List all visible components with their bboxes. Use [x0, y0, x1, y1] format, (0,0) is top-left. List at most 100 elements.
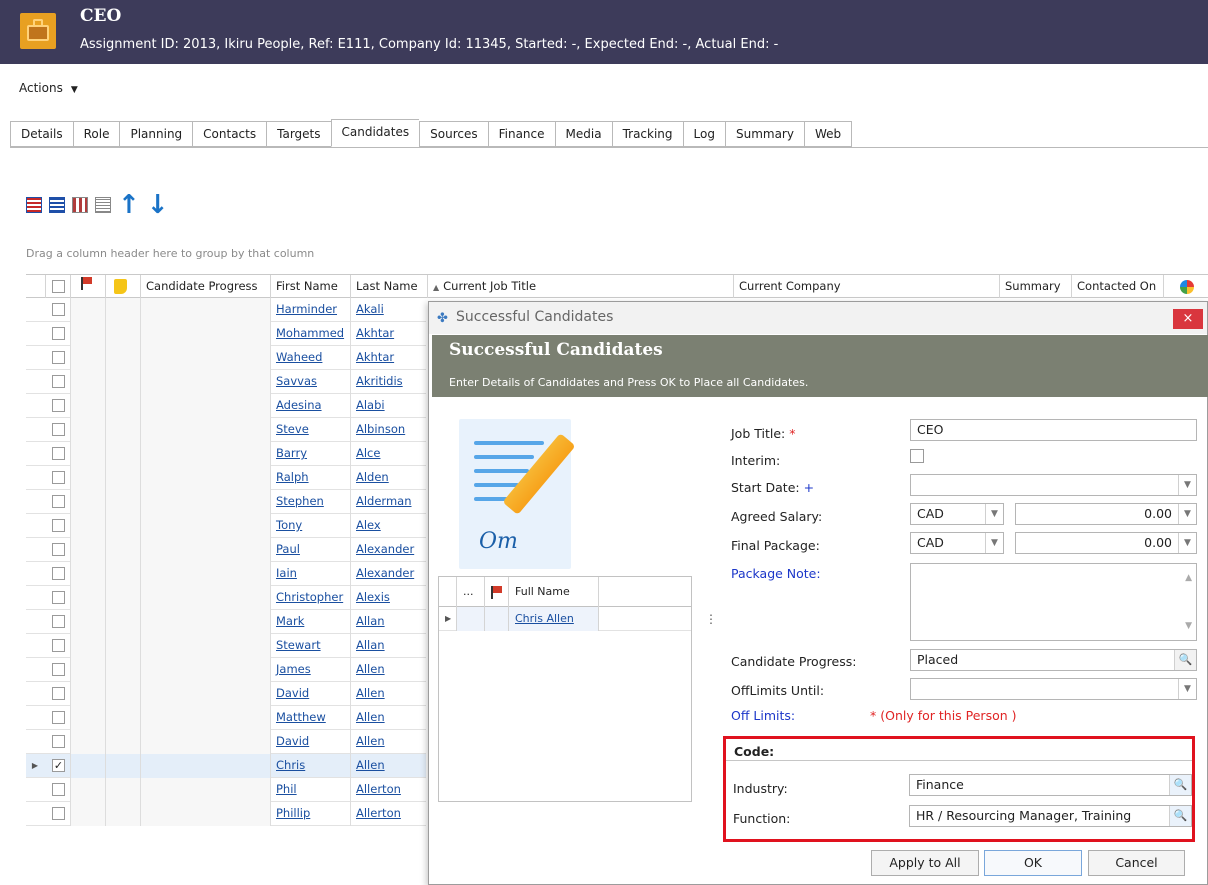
table-row[interactable]: Matthew Allen [26, 706, 426, 730]
row-checkbox[interactable] [46, 802, 71, 826]
table-row[interactable]: Christopher Alexis [26, 586, 426, 610]
last-name-link[interactable]: Akali [356, 302, 384, 316]
list-view-icon[interactable] [95, 197, 111, 213]
last-name-link[interactable]: Allen [356, 710, 385, 724]
table-row[interactable]: James Allen [26, 658, 426, 682]
table-row[interactable]: Barry Alce [26, 442, 426, 466]
final-package-amount-field[interactable]: 0.00 ▼ [1015, 532, 1197, 554]
row-checkbox[interactable] [46, 682, 71, 706]
first-name-link[interactable]: Stewart [276, 638, 321, 652]
row-checkbox[interactable] [46, 538, 71, 562]
move-up-icon[interactable]: ↑ [118, 192, 140, 218]
first-name-link[interactable]: James [276, 662, 311, 676]
close-button[interactable]: × [1173, 309, 1203, 329]
mini-flag-header[interactable] [485, 577, 509, 607]
tab-contacts[interactable]: Contacts [192, 121, 267, 147]
table-row[interactable]: Stephen Alderman [26, 490, 426, 514]
row-checkbox[interactable] [46, 706, 71, 730]
table-row[interactable]: Mark Allan [26, 610, 426, 634]
row-checkbox[interactable]: ✓ [46, 754, 71, 778]
column-current-company[interactable]: Current Company [734, 275, 1000, 298]
table-row[interactable]: Paul Alexander [26, 538, 426, 562]
table-row[interactable]: Phillip Allerton [26, 802, 426, 826]
actions-menu[interactable]: Actions ▼ [19, 81, 78, 95]
ok-button[interactable]: OK [984, 850, 1082, 876]
last-name-link[interactable]: Alexander [356, 542, 414, 556]
industry-field[interactable]: Finance 🔍 [909, 774, 1192, 796]
last-name-link[interactable]: Allen [356, 686, 385, 700]
scroll-up-icon[interactable]: ▲ [1185, 568, 1192, 588]
table-row[interactable]: Harminder Akali [26, 298, 426, 322]
tab-finance[interactable]: Finance [487, 121, 555, 147]
table-row[interactable]: Savvas Akritidis [26, 370, 426, 394]
last-name-link[interactable]: Allerton [356, 782, 401, 796]
row-checkbox[interactable] [46, 346, 71, 370]
agreed-salary-currency-select[interactable]: CAD ▼ [910, 503, 1004, 525]
placed-candidate-name[interactable]: Chris Allen [509, 607, 599, 631]
flag-column-header[interactable] [71, 275, 106, 298]
tab-candidates[interactable]: Candidates [330, 119, 420, 147]
interim-checkbox[interactable] [910, 449, 924, 463]
dialog-titlebar[interactable]: ✤ Successful Candidates × [429, 302, 1207, 334]
start-date-picker[interactable]: ▼ [910, 474, 1197, 496]
last-name-link[interactable]: Allan [356, 638, 385, 652]
last-name-link[interactable]: Allan [356, 614, 385, 628]
table-row[interactable]: Stewart Allan [26, 634, 426, 658]
first-name-link[interactable]: Barry [276, 446, 307, 460]
agreed-salary-amount-field[interactable]: 0.00 ▼ [1015, 503, 1197, 525]
last-name-link[interactable]: Alexander [356, 566, 414, 580]
table-row[interactable]: Ralph Alden [26, 466, 426, 490]
first-name-link[interactable]: David [276, 686, 309, 700]
first-name-link[interactable]: Mark [276, 614, 304, 628]
first-name-link[interactable]: Ralph [276, 470, 309, 484]
table-row[interactable]: ▶ ✓ Chris Allen [26, 754, 426, 778]
first-name-link[interactable]: Tony [276, 518, 302, 532]
last-name-link[interactable]: Alexis [356, 590, 390, 604]
last-name-link[interactable]: Allen [356, 662, 385, 676]
last-name-link[interactable]: Akhtar [356, 350, 394, 364]
tab-web[interactable]: Web [803, 121, 853, 147]
last-name-link[interactable]: Alabi [356, 398, 385, 412]
row-checkbox[interactable] [46, 298, 71, 322]
chevron-down-icon[interactable]: ▼ [985, 504, 1003, 524]
table-row[interactable]: Steve Albinson [26, 418, 426, 442]
row-checkbox[interactable] [46, 586, 71, 610]
grid-view-icon[interactable] [26, 197, 42, 213]
last-name-link[interactable]: Alce [356, 446, 380, 460]
last-name-link[interactable]: Allen [356, 758, 385, 772]
first-name-link[interactable]: Harminder [276, 302, 337, 316]
table-row[interactable]: Adesina Alabi [26, 394, 426, 418]
tab-role[interactable]: Role [72, 121, 120, 147]
last-name-link[interactable]: Allerton [356, 806, 401, 820]
candidate-progress-field[interactable]: Placed 🔍 [910, 649, 1197, 671]
placed-candidate-row[interactable]: ▶ Chris Allen [439, 607, 691, 631]
tab-details[interactable]: Details [10, 121, 73, 147]
row-checkbox[interactable] [46, 730, 71, 754]
first-name-link[interactable]: Christopher [276, 590, 343, 604]
row-checkbox[interactable] [46, 514, 71, 538]
table-row[interactable]: David Allen [26, 730, 426, 754]
tab-planning[interactable]: Planning [119, 121, 193, 147]
last-name-link[interactable]: Albinson [356, 422, 405, 436]
cancel-button[interactable]: Cancel [1088, 850, 1185, 876]
table-row[interactable]: Iain Alexander [26, 562, 426, 586]
tab-log[interactable]: Log [682, 121, 725, 147]
row-checkbox[interactable] [46, 466, 71, 490]
column-last-name[interactable]: Last Name [351, 275, 428, 298]
first-name-link[interactable]: David [276, 734, 309, 748]
mini-column-more[interactable]: ... [457, 577, 485, 607]
package-note-textarea[interactable]: ▲ ▼ [910, 563, 1197, 641]
chevron-down-icon[interactable]: ▼ [985, 533, 1003, 553]
first-name-link[interactable]: Steve [276, 422, 309, 436]
first-name-link[interactable]: Iain [276, 566, 297, 580]
card-view-icon[interactable] [49, 197, 65, 213]
detail-view-icon[interactable] [72, 197, 88, 213]
function-field[interactable]: HR / Resourcing Manager, Training 🔍 [909, 805, 1192, 827]
first-name-link[interactable]: Adesina [276, 398, 322, 412]
column-chooser[interactable] [1164, 275, 1208, 298]
row-checkbox[interactable] [46, 322, 71, 346]
apply-to-all-button[interactable]: Apply to All [871, 850, 979, 876]
select-all-checkbox[interactable] [46, 275, 71, 298]
table-row[interactable]: David Allen [26, 682, 426, 706]
search-icon[interactable]: 🔍 [1169, 806, 1191, 826]
